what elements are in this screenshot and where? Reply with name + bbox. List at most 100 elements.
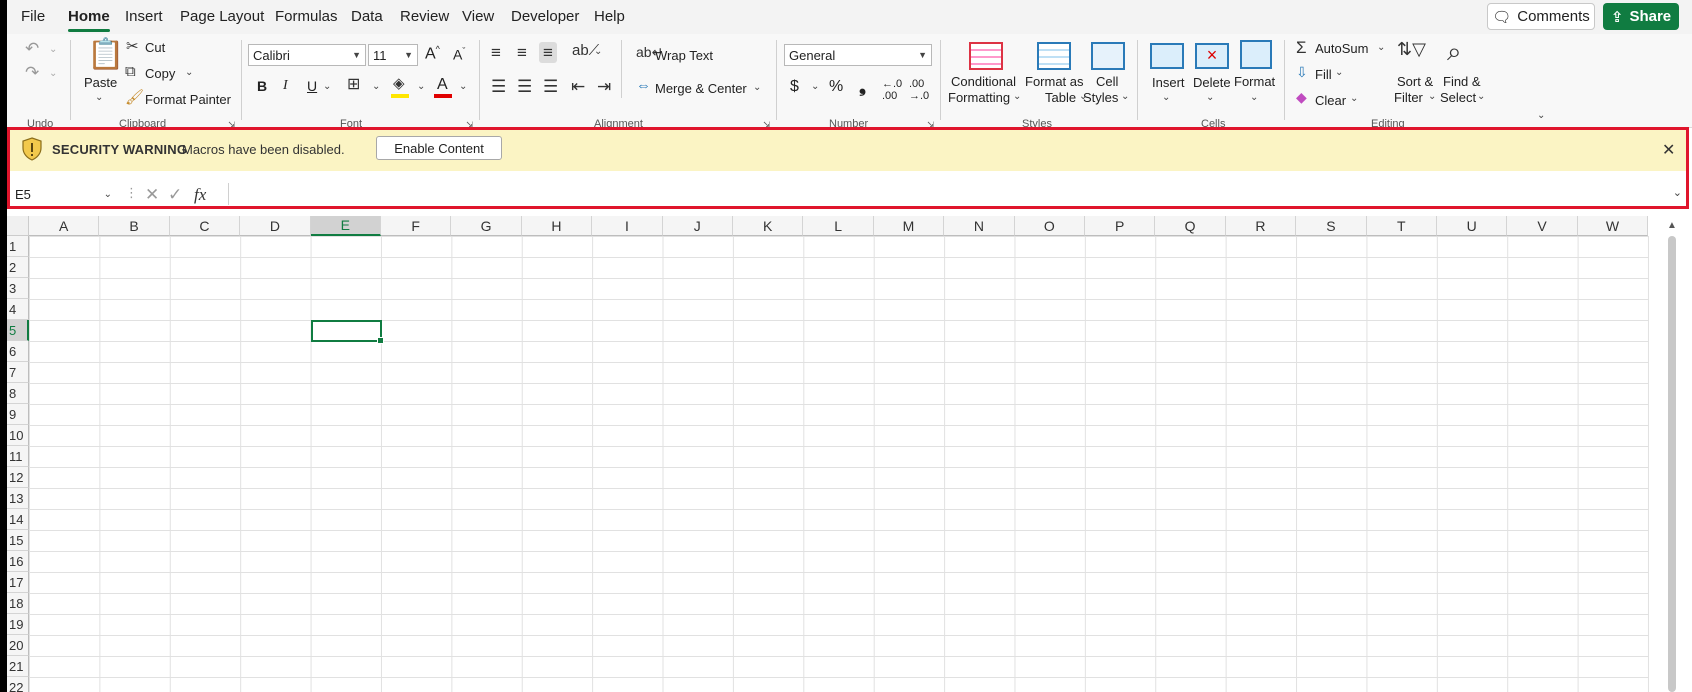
underline-button[interactable]: U [307,78,317,94]
row-header-13[interactable]: 13 [7,488,29,509]
cancel-icon[interactable]: ✕ [145,185,159,205]
find-select-button[interactable]: Find & [1443,74,1481,89]
fill-dropdown-icon[interactable]: ⌄ [1335,67,1343,78]
column-header-c[interactable]: C [169,216,241,236]
row-header-14[interactable]: 14 [7,509,29,530]
paste-button[interactable]: Paste [84,75,117,90]
paste-dropdown-icon[interactable]: ⌄ [95,92,103,103]
row-header-12[interactable]: 12 [7,467,29,488]
italic-button[interactable]: I [283,78,288,94]
sort-filter-button[interactable]: Sort & [1397,74,1433,89]
wrap-text-button[interactable]: Wrap Text [655,48,713,63]
column-header-b[interactable]: B [99,216,170,236]
font-size-select[interactable]: 11 ▼ [368,44,418,66]
undo-icon[interactable]: ↶ [25,40,39,57]
column-header-m[interactable]: M [873,216,945,236]
active-cell[interactable] [310,320,385,344]
scroll-up-icon[interactable]: ▲ [1667,220,1677,231]
fill-color-dropdown-icon[interactable]: ⌄ [417,81,425,92]
column-header-i[interactable]: I [592,216,663,236]
borders-dropdown-icon[interactable]: ⌄ [372,81,380,92]
row-header-5[interactable]: 5 [7,320,29,341]
conditional-formatting-dropdown-icon[interactable]: ⌄ [1013,91,1021,102]
tab-home[interactable]: Home [68,8,110,32]
align-top-icon[interactable]: ≡ [491,44,501,61]
tab-formulas[interactable]: Formulas [275,8,338,25]
paste-icon[interactable]: 📋 [87,40,124,70]
row-header-10[interactable]: 10 [7,425,29,446]
name-box[interactable]: E5 ⌄ [10,183,118,205]
formula-input[interactable] [228,183,1683,205]
row-header-15[interactable]: 15 [7,530,29,551]
column-header-n[interactable]: N [944,216,1015,236]
conditional-formatting-button[interactable]: Conditional [951,74,1016,89]
fill-button[interactable]: Fill [1315,67,1332,82]
increase-indent-icon[interactable]: ⇥ [597,78,611,95]
enable-content-button[interactable]: Enable Content [376,136,502,160]
row-header-20[interactable]: 20 [7,635,29,656]
row-header-19[interactable]: 19 [7,614,29,635]
number-format-select[interactable]: General ▼ [784,44,932,66]
font-color-dropdown-icon[interactable]: ⌄ [459,81,467,92]
enter-icon[interactable]: ✓ [168,185,182,205]
cell-styles-dropdown-icon[interactable]: ⌄ [1121,91,1129,102]
row-header-1[interactable]: 1 [7,236,29,257]
sort-filter-dropdown-icon[interactable]: ⌄ [1428,91,1436,102]
percent-format-button[interactable]: % [829,78,843,96]
column-header-d[interactable]: D [240,216,311,236]
underline-dropdown-icon[interactable]: ⌄ [323,81,331,92]
redo-dropdown-icon[interactable]: ⌄ [49,68,57,79]
row-header-11[interactable]: 11 [7,446,29,467]
tab-insert[interactable]: Insert [125,8,163,25]
decrease-font-size-icon[interactable]: Aˇ [453,46,465,63]
share-button[interactable]: ⇪ Share [1603,3,1679,30]
row-header-21[interactable]: 21 [7,656,29,677]
merge-center-dropdown-icon[interactable]: ⌄ [753,82,761,93]
chevron-down-icon[interactable]: ⌄ [104,189,112,200]
increase-font-size-icon[interactable]: A^ [425,44,440,63]
row-header-6[interactable]: 6 [7,341,29,362]
comma-style-button[interactable]: ❟ [859,76,866,97]
undo-dropdown-icon[interactable]: ⌄ [49,44,57,55]
merge-center-button[interactable]: Merge & Center [655,81,747,96]
column-header-l[interactable]: L [803,216,874,236]
redo-icon[interactable]: ↷ [25,64,39,81]
insert-function-button[interactable]: fx [194,185,206,205]
close-icon[interactable]: ✕ [1662,140,1675,160]
row-header-4[interactable]: 4 [7,299,29,320]
column-header-u[interactable]: U [1437,216,1508,236]
column-header-k[interactable]: K [733,216,804,236]
cell-area[interactable] [29,236,1649,692]
column-header-h[interactable]: H [521,216,593,236]
borders-icon[interactable]: ⊞ [347,77,360,93]
comments-button[interactable]: 🗨 Comments [1487,3,1595,30]
column-header-o[interactable]: O [1014,216,1085,236]
vertical-scrollbar[interactable]: ▲ [1650,216,1692,692]
currency-dropdown-icon[interactable]: ⌄ [811,81,819,92]
tab-page-layout[interactable]: Page Layout [180,8,264,25]
tab-file[interactable]: File [21,8,45,25]
format-as-table-button[interactable]: Format as [1025,74,1084,89]
cut-button[interactable]: Cut [145,40,165,55]
row-header-3[interactable]: 3 [7,278,29,299]
align-bottom-icon[interactable]: ≡ [539,42,557,63]
row-header-17[interactable]: 17 [7,572,29,593]
row-header-22[interactable]: 22 [7,677,29,692]
copy-button[interactable]: Copy [145,66,175,81]
format-cells-button[interactable]: Format [1234,74,1275,89]
column-header-r[interactable]: R [1225,216,1297,236]
column-header-p[interactable]: P [1085,216,1156,236]
row-header-16[interactable]: 16 [7,551,29,572]
column-header-v[interactable]: V [1507,216,1578,236]
align-middle-icon[interactable]: ≡ [517,44,527,61]
copy-dropdown-icon[interactable]: ⌄ [185,67,193,78]
increase-decimal-icon[interactable]: ←.0.00 [882,78,902,102]
tab-data[interactable]: Data [351,8,383,25]
align-left-icon[interactable]: ☰ [491,78,506,95]
insert-dropdown-icon[interactable]: ⌄ [1162,92,1170,103]
find-select-dropdown-icon[interactable]: ⌄ [1477,91,1485,102]
column-header-t[interactable]: T [1366,216,1437,236]
bold-button[interactable]: B [257,78,267,94]
delete-cells-button[interactable]: Delete [1193,75,1231,90]
align-right-icon[interactable]: ☰ [543,78,558,95]
